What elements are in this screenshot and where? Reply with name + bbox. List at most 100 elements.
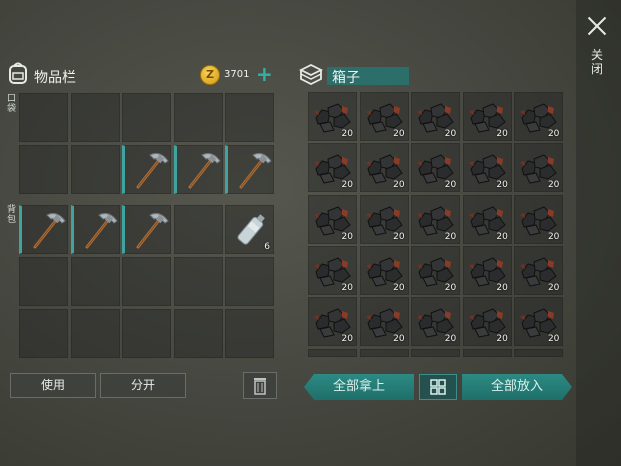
pickaxe-icon xyxy=(33,213,66,249)
chest-slot[interactable]: 20 xyxy=(411,245,461,295)
inventory-title: 物品栏 xyxy=(34,70,76,86)
item-quantity: 20 xyxy=(341,129,353,139)
inventory-slot[interactable] xyxy=(173,205,223,254)
chest-slot[interactable]: 20 xyxy=(359,245,409,295)
trash-icon xyxy=(254,378,266,395)
close-icon[interactable] xyxy=(587,16,607,36)
chest-slot[interactable]: 20 xyxy=(514,92,564,141)
item-quantity: 20 xyxy=(444,282,457,293)
inventory-slot[interactable]: 6 xyxy=(225,205,274,254)
chest-slot[interactable]: 20 xyxy=(308,245,357,295)
chest-slot[interactable] xyxy=(514,348,564,357)
chest-slot[interactable]: 20 xyxy=(462,245,512,295)
chest-slot[interactable]: 20 xyxy=(514,143,564,193)
chest-slot[interactable]: 20 xyxy=(514,297,564,347)
chest-slot[interactable] xyxy=(308,348,357,357)
chest-slot[interactable]: 20 xyxy=(359,143,409,193)
inventory-slot[interactable] xyxy=(122,205,171,254)
inventory-slot[interactable] xyxy=(70,205,120,254)
chest-slot[interactable]: 20 xyxy=(359,297,409,347)
take-all-button[interactable]: 全部拿上 xyxy=(304,374,414,400)
chest-slot[interactable]: 20 xyxy=(462,143,512,193)
item-quantity: 20 xyxy=(444,180,457,191)
chest-slot[interactable]: 20 xyxy=(514,194,564,244)
item-quantity: 20 xyxy=(496,129,508,139)
sort-button[interactable] xyxy=(419,374,457,400)
pickaxe-icon xyxy=(239,153,272,189)
inventory-slot[interactable] xyxy=(122,93,171,142)
item-quantity: 20 xyxy=(547,180,560,191)
inventory-slot[interactable] xyxy=(225,145,274,194)
item-quantity: 20 xyxy=(444,231,457,242)
close-label[interactable]: 关闭 xyxy=(591,48,605,76)
inventory-slot[interactable] xyxy=(19,257,68,306)
inventory-slot[interactable] xyxy=(173,309,223,358)
inventory-slot[interactable] xyxy=(122,257,171,306)
coin-count: 3701 xyxy=(224,69,250,80)
chest-slot[interactable]: 20 xyxy=(411,194,461,244)
inventory-slot[interactable] xyxy=(70,309,120,358)
chest-slot[interactable]: 20 xyxy=(308,297,357,347)
item-quantity: 20 xyxy=(547,129,560,139)
inventory-slot[interactable] xyxy=(19,205,68,254)
item-quantity: 20 xyxy=(547,282,560,293)
inventory-slot[interactable] xyxy=(173,93,223,142)
chest-title: 箱子 xyxy=(332,70,360,86)
inventory-slot[interactable] xyxy=(70,257,120,306)
chest-slot[interactable]: 20 xyxy=(359,194,409,244)
chest-slot[interactable] xyxy=(462,348,512,357)
chest-slot[interactable] xyxy=(359,348,409,357)
pocket-label: 口袋 xyxy=(7,94,17,114)
item-quantity: 20 xyxy=(444,334,457,345)
item-quantity: 20 xyxy=(496,180,508,191)
inventory-slot[interactable] xyxy=(19,145,68,194)
item-quantity: 20 xyxy=(341,334,353,345)
chest-slot[interactable]: 20 xyxy=(308,194,357,244)
item-quantity: 20 xyxy=(341,231,353,242)
chest-slot[interactable]: 20 xyxy=(462,297,512,347)
item-quantity: 20 xyxy=(547,231,560,242)
item-quantity: 20 xyxy=(393,129,405,139)
item-quantity: 20 xyxy=(444,129,457,139)
chest-slot[interactable] xyxy=(411,348,461,357)
inventory-slot[interactable] xyxy=(173,145,223,194)
inventory-slot[interactable] xyxy=(225,257,274,306)
pickaxe-icon xyxy=(136,213,169,249)
item-quantity: 20 xyxy=(393,282,405,293)
item-quantity: 20 xyxy=(393,334,405,345)
item-quantity: 20 xyxy=(496,282,508,293)
inventory-slot[interactable] xyxy=(225,309,274,358)
use-button[interactable]: 使用 xyxy=(10,373,96,398)
split-button[interactable]: 分开 xyxy=(100,373,186,398)
item-quantity: 20 xyxy=(393,231,405,242)
inventory-slot[interactable] xyxy=(19,93,68,142)
chest-slot[interactable]: 20 xyxy=(514,245,564,295)
chest-slot[interactable]: 20 xyxy=(308,92,357,141)
coin-icon: Z xyxy=(200,65,220,85)
put-all-button[interactable]: 全部放入 xyxy=(462,374,572,400)
chest-slot[interactable]: 20 xyxy=(411,143,461,193)
item-quantity: 20 xyxy=(341,282,353,293)
inventory-slot[interactable] xyxy=(122,145,171,194)
grid-icon xyxy=(430,379,446,395)
pickaxe-icon xyxy=(188,153,221,189)
item-quantity: 20 xyxy=(496,231,508,242)
inventory-slot[interactable] xyxy=(173,257,223,306)
inventory-slot[interactable] xyxy=(70,145,120,194)
chest-slot[interactable]: 20 xyxy=(411,297,461,347)
chest-icon xyxy=(298,63,324,86)
inventory-slot[interactable] xyxy=(70,93,120,142)
item-quantity: 6 xyxy=(264,242,270,252)
chest-slot[interactable]: 20 xyxy=(462,92,512,141)
item-quantity: 20 xyxy=(341,180,353,191)
inventory-slot[interactable] xyxy=(225,93,274,142)
chest-slot[interactable]: 20 xyxy=(359,92,409,141)
inventory-slot[interactable] xyxy=(19,309,68,358)
pickaxe-icon xyxy=(85,213,118,249)
chest-slot[interactable]: 20 xyxy=(411,92,461,141)
trash-button[interactable] xyxy=(243,372,277,399)
add-coins-button[interactable]: + xyxy=(256,62,273,86)
chest-slot[interactable]: 20 xyxy=(462,194,512,244)
inventory-slot[interactable] xyxy=(122,309,171,358)
chest-slot[interactable]: 20 xyxy=(308,143,357,193)
